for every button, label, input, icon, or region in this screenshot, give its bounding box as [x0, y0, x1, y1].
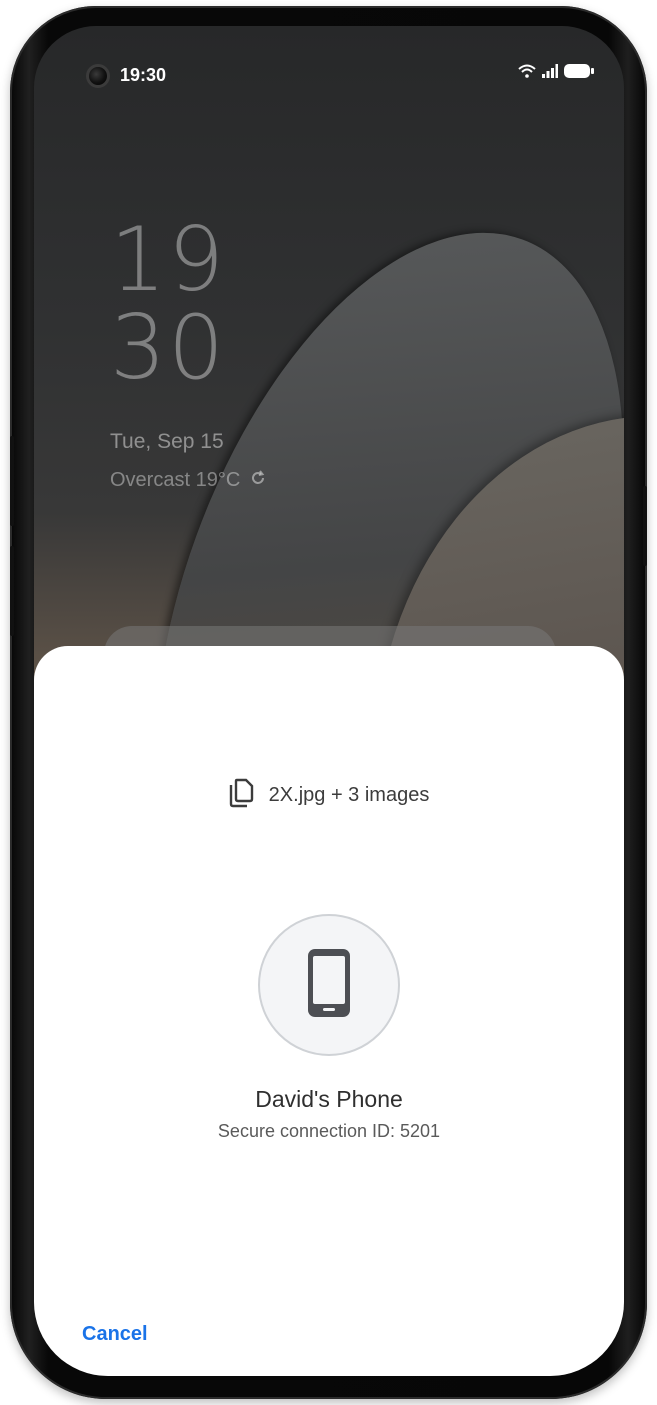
lock-weather: Overcast 19°C — [110, 469, 266, 492]
battery-icon — [564, 64, 594, 83]
status-time: 19:30 — [120, 65, 167, 85]
smartphone-icon — [306, 947, 352, 1024]
file-label: 2X.jpg + 3 images — [268, 784, 430, 806]
volume-button-lower — [10, 546, 14, 636]
weather-text: Overcast 19°C — [110, 469, 241, 491]
lock-clock: 19 30 — [110, 216, 226, 392]
clock-hour: 19 — [110, 208, 226, 311]
status-icons — [518, 64, 594, 83]
signal-icon — [542, 64, 558, 83]
share-sheet: 2X.jpg + 3 images David's Phone Secure c… — [34, 646, 624, 1376]
phone-frame: 19:30 19 30 Tue, Sep 15 Overcast 19°C 2X… — [10, 6, 647, 1399]
refresh-icon — [250, 469, 266, 492]
wifi-icon — [518, 64, 536, 83]
power-button — [643, 486, 647, 566]
clock-minute: 30 — [110, 296, 226, 399]
cancel-button[interactable]: Cancel — [82, 1323, 148, 1346]
file-summary: 2X.jpg + 3 images — [34, 778, 624, 813]
target-device-name: David's Phone — [255, 1086, 403, 1112]
camera-icon — [86, 64, 110, 88]
lock-date: Tue, Sep 15 — [110, 430, 224, 453]
target-device-button[interactable] — [258, 914, 400, 1056]
copy-files-icon — [229, 778, 255, 813]
volume-button — [10, 436, 14, 526]
secure-connection-id: Secure connection ID: 5201 — [217, 1121, 441, 1141]
phone-screen: 19:30 19 30 Tue, Sep 15 Overcast 19°C 2X… — [34, 26, 624, 1376]
